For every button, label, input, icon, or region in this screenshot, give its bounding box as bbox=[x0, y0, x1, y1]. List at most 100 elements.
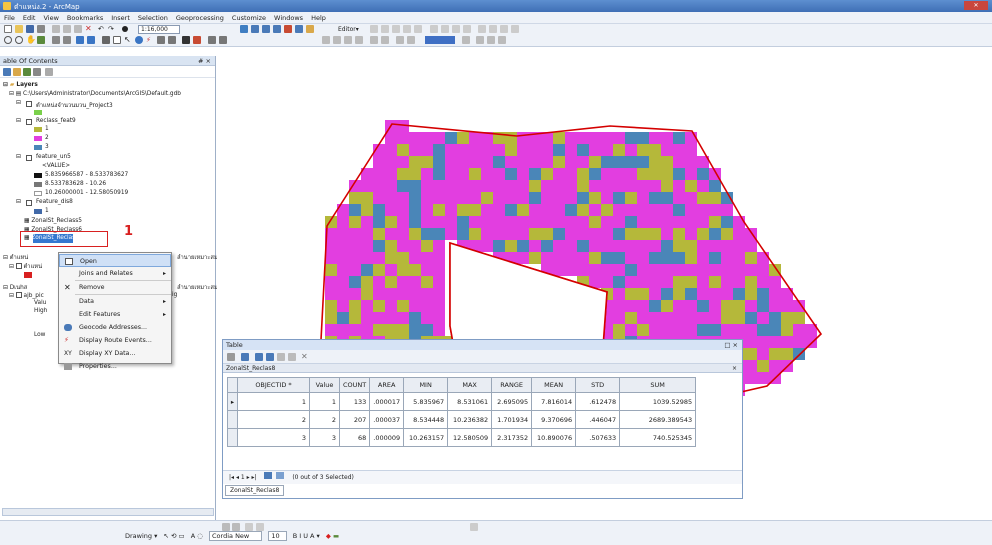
cell-area[interactable]: .000017 bbox=[369, 392, 405, 411]
cell-value[interactable]: 2 bbox=[309, 410, 340, 429]
toc-close-button[interactable]: # × bbox=[198, 57, 211, 65]
feature-layer-name[interactable]: feature_un5 bbox=[36, 154, 71, 160]
delete-icon[interactable]: ✕ bbox=[85, 25, 93, 33]
menu-item-properties[interactable]: Properties... bbox=[59, 360, 171, 372]
menu-customize[interactable]: Customize bbox=[228, 12, 270, 24]
cell-value[interactable]: 1 bbox=[309, 392, 340, 411]
menu-geoprocessing[interactable]: Geoprocessing bbox=[172, 12, 228, 24]
edit-tool-icon[interactable] bbox=[370, 25, 378, 33]
row-selector[interactable] bbox=[227, 410, 238, 429]
georef-tool-2-icon[interactable] bbox=[333, 36, 341, 44]
rotate-tool-icon[interactable] bbox=[441, 25, 449, 33]
close-table-icon[interactable]: ✕ bbox=[301, 353, 309, 361]
table-options-icon[interactable] bbox=[227, 353, 235, 361]
col-objectid[interactable]: OBJECTID * bbox=[237, 377, 310, 393]
record-navigation[interactable]: |◂ ◂ 1 ▸ ▸| bbox=[229, 474, 257, 481]
copy-icon[interactable] bbox=[63, 25, 71, 33]
table-tab-close-icon[interactable]: × bbox=[732, 364, 737, 373]
effects-tool-2-icon[interactable] bbox=[476, 36, 484, 44]
catalog-window-icon[interactable] bbox=[262, 25, 270, 33]
menu-item-edit-features[interactable]: Edit Features ▸ bbox=[59, 308, 171, 321]
back-extent-icon[interactable] bbox=[76, 36, 84, 44]
cell-value[interactable]: 3 bbox=[309, 428, 340, 447]
edit-annotation-icon[interactable] bbox=[381, 25, 389, 33]
show-selected-records-icon[interactable] bbox=[276, 472, 285, 479]
editor-toolbar-icon[interactable] bbox=[240, 25, 248, 33]
menu-bookmarks[interactable]: Bookmarks bbox=[63, 12, 107, 24]
cell-sum[interactable]: 2689.389543 bbox=[619, 410, 697, 429]
fill-color-icon[interactable]: ▬ bbox=[333, 532, 339, 540]
row-selector[interactable] bbox=[227, 428, 238, 447]
cell-min[interactable]: 5.835967 bbox=[403, 392, 449, 411]
go-to-xy-icon[interactable] bbox=[193, 36, 201, 44]
effects-tool-3-icon[interactable] bbox=[487, 36, 495, 44]
redo-icon[interactable]: ↷ bbox=[108, 25, 116, 33]
cell-std[interactable]: .507633 bbox=[575, 428, 621, 447]
feature-checkbox[interactable] bbox=[26, 155, 32, 161]
list-by-drawing-order-icon[interactable] bbox=[3, 68, 11, 76]
table-tab[interactable]: ZonalSt_Reclas8 × bbox=[223, 364, 742, 373]
scale-input[interactable]: 1:16,000 bbox=[138, 25, 180, 34]
forward-extent-icon[interactable] bbox=[87, 36, 95, 44]
split-tool-icon[interactable] bbox=[430, 25, 438, 33]
layout-view-icon[interactable] bbox=[232, 523, 240, 531]
menu-edit[interactable]: Edit bbox=[19, 12, 40, 24]
table-window-titlebar[interactable]: Table □ × bbox=[223, 340, 742, 350]
col-min[interactable]: MIN bbox=[403, 377, 449, 393]
full-extent-icon[interactable] bbox=[37, 36, 45, 44]
fixed-zoom-in-icon[interactable] bbox=[52, 36, 60, 44]
add-data-icon[interactable] bbox=[122, 26, 128, 32]
clear-selection-icon[interactable] bbox=[113, 36, 121, 44]
find-route-icon[interactable] bbox=[182, 36, 190, 44]
zonal5-table[interactable]: ▦ ZonalSt_Reclass5 bbox=[24, 218, 82, 224]
paste-icon[interactable] bbox=[74, 25, 82, 33]
layers-node[interactable]: ⊟ ▰ Layers bbox=[3, 82, 38, 88]
undo-icon[interactable]: ↶ bbox=[98, 25, 106, 33]
menu-item-route-events[interactable]: ⚡ Display Route Events... bbox=[59, 334, 171, 347]
pan-icon[interactable]: ✋ bbox=[26, 36, 36, 44]
project-layer-expander[interactable]: ⊟ bbox=[16, 100, 21, 106]
close-window-button[interactable]: ✕ bbox=[964, 1, 988, 10]
menu-item-joins[interactable]: Joins and Relates ▸ bbox=[59, 267, 171, 280]
rectangle-icon[interactable]: ▭ bbox=[179, 532, 185, 540]
menu-item-open[interactable]: Open bbox=[59, 254, 171, 267]
partial-b-checkbox[interactable] bbox=[15, 263, 22, 269]
cell-objectid[interactable]: 3 bbox=[237, 428, 310, 447]
toc-window-icon[interactable] bbox=[251, 25, 259, 33]
col-std[interactable]: STD bbox=[575, 377, 621, 393]
new-document-icon[interactable] bbox=[4, 25, 12, 33]
table-row[interactable]: 2 2 207 .000037 8.534448 10.236382 1.701… bbox=[227, 410, 697, 429]
straight-segment-icon[interactable] bbox=[392, 25, 400, 33]
list-by-visibility-icon[interactable] bbox=[23, 68, 31, 76]
partial-d-checkbox[interactable] bbox=[15, 292, 22, 298]
menu-item-remove[interactable]: ✕ Remove bbox=[59, 281, 171, 294]
clear-table-selection-icon[interactable] bbox=[277, 353, 285, 361]
time-slider-icon[interactable] bbox=[208, 36, 216, 44]
project-layer-name[interactable]: ตำแหน่งจำนวนมวน_Project3 bbox=[36, 100, 113, 110]
list-by-source-icon[interactable] bbox=[13, 68, 21, 76]
col-sum[interactable]: SUM bbox=[619, 377, 697, 393]
effects-tool-4-icon[interactable] bbox=[498, 36, 506, 44]
cell-sum[interactable]: 1039.52985 bbox=[619, 392, 697, 411]
editor-menu[interactable]: Editor▾ bbox=[338, 26, 359, 33]
search-window-icon[interactable] bbox=[273, 25, 281, 33]
menu-insert[interactable]: Insert bbox=[107, 12, 134, 24]
cell-min[interactable]: 10.263157 bbox=[403, 428, 449, 447]
table-row[interactable]: ▸ 1 1 133 .000017 5.835967 8.531061 2.69… bbox=[227, 392, 697, 411]
measure-icon[interactable] bbox=[157, 36, 165, 44]
editor-options-icon[interactable] bbox=[489, 25, 497, 33]
menu-help[interactable]: Help bbox=[307, 12, 330, 24]
effects-tool-1-icon[interactable] bbox=[462, 36, 470, 44]
refresh-icon[interactable] bbox=[245, 523, 253, 531]
text-format-buttons[interactable]: B I U A ▾ bbox=[293, 532, 320, 540]
attributes-icon[interactable] bbox=[452, 25, 460, 33]
featuredis-expander[interactable]: ⊟ bbox=[16, 199, 21, 205]
georef-tool-7-icon[interactable] bbox=[396, 36, 404, 44]
show-all-records-icon[interactable] bbox=[264, 472, 273, 479]
reclass-layer-name[interactable]: Reclass_feat9 bbox=[36, 118, 76, 124]
callout-icon[interactable]: ◌ bbox=[197, 532, 203, 540]
font-name-dropdown[interactable]: Cordia New bbox=[209, 531, 263, 541]
data-view-icon[interactable] bbox=[222, 523, 230, 531]
create-features-icon[interactable] bbox=[478, 25, 486, 33]
cell-max[interactable]: 12.580509 bbox=[447, 428, 493, 447]
